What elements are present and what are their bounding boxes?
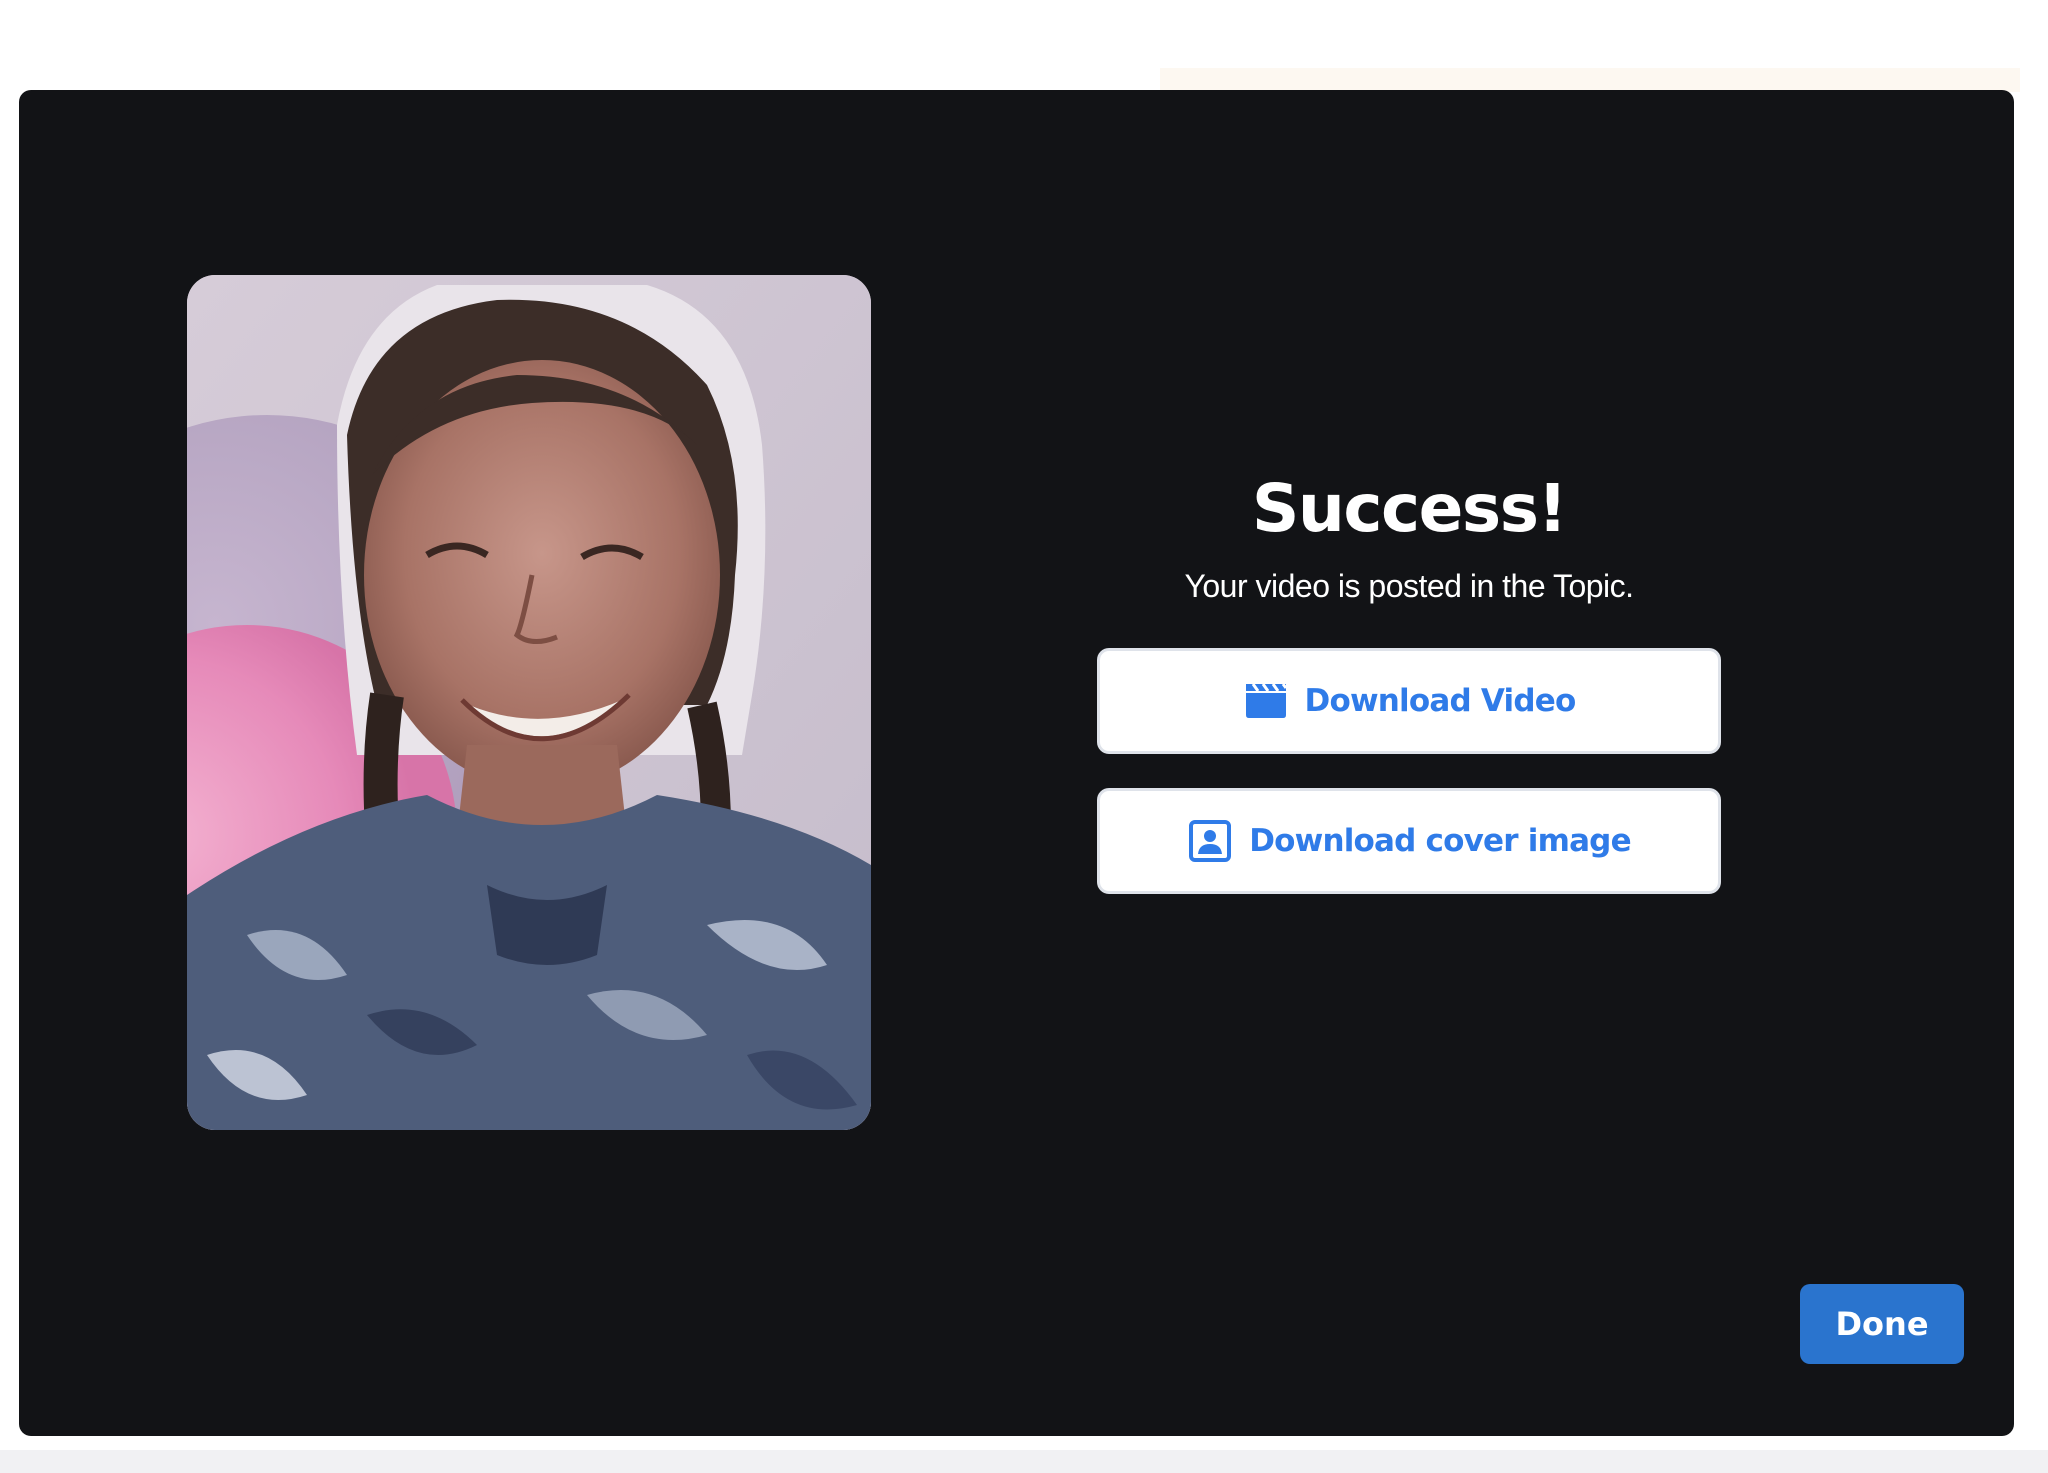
- done-button[interactable]: Done: [1800, 1284, 1964, 1364]
- download-cover-image-button[interactable]: Download cover image: [1097, 788, 1721, 894]
- success-panel: Success! Your video is posted in the Top…: [1097, 470, 1721, 894]
- clapperboard-icon: [1243, 678, 1289, 724]
- success-dialog: Success! Your video is posted in the Top…: [19, 90, 2014, 1436]
- download-video-label: Download Video: [1304, 683, 1577, 719]
- background-footer-strip: [0, 1450, 2048, 1473]
- background-strip: [1160, 68, 2020, 92]
- portrait-image-icon: [1187, 818, 1233, 864]
- download-video-button[interactable]: Download Video: [1097, 648, 1721, 754]
- video-preview: [187, 275, 871, 1130]
- video-thumbnail-image: [187, 275, 871, 1130]
- download-cover-image-label: Download cover image: [1249, 823, 1631, 859]
- success-subtitle: Your video is posted in the Topic.: [1184, 568, 1634, 604]
- success-title: Success!: [1251, 470, 1568, 547]
